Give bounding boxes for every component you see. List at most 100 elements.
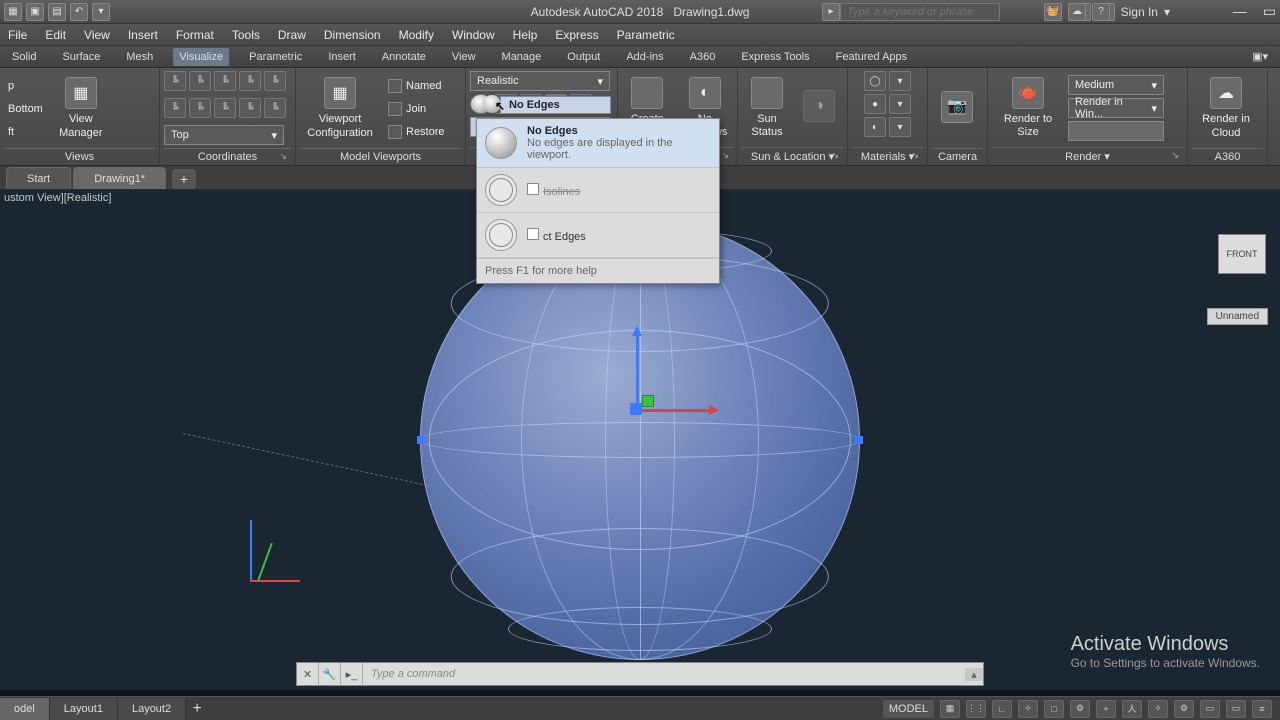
layout-tab-1[interactable]: Layout1	[50, 698, 118, 720]
sb-snap-icon[interactable]: ⋮⋮	[966, 700, 986, 718]
cmd-prompt-icon[interactable]: ▸_	[341, 663, 363, 685]
cmd-history-icon[interactable]: ▴	[965, 668, 983, 681]
sb-ws-icon[interactable]: ⚙	[1174, 700, 1194, 718]
edges-selected-header[interactable]: ↖ No Edges	[500, 96, 611, 114]
viewcube[interactable]: FRONT	[1218, 234, 1266, 274]
grip-west[interactable]	[417, 436, 425, 444]
menu-view[interactable]: View	[84, 28, 110, 42]
qat-dropdown-icon[interactable]: ▾	[92, 3, 110, 21]
maximize-button[interactable]: ▭	[1263, 3, 1276, 20]
mat-5[interactable]: ◐	[864, 117, 886, 137]
qat-undo-icon[interactable]: ↶	[70, 3, 88, 21]
tab-output[interactable]: Output	[561, 48, 606, 66]
ribbon-collapse-icon[interactable]: ▣▾	[1246, 47, 1274, 66]
render-cloud-button[interactable]: ☁ Render in Cloud	[1192, 75, 1260, 143]
panel-title-viewports[interactable]: Model Viewports	[300, 148, 461, 165]
sun-status-button[interactable]: Sun Status	[742, 74, 792, 142]
tab-view[interactable]: View	[446, 48, 482, 66]
sb-grid-icon[interactable]: ▦	[940, 700, 960, 718]
sb-osnap-icon[interactable]: □	[1044, 700, 1064, 718]
menu-window[interactable]: Window	[452, 28, 495, 42]
signin-label[interactable]: Sign In	[1121, 5, 1158, 19]
ucs-icon-10[interactable]: ╚	[264, 98, 286, 118]
viewcube-label[interactable]: Unnamed	[1207, 308, 1268, 325]
drawtab-current[interactable]: Drawing1*	[73, 167, 166, 189]
drawtab-new-button[interactable]: +	[172, 169, 196, 189]
render-where-dropdown[interactable]: Render in Win...▾	[1068, 98, 1164, 118]
popout-option-isolines[interactable]: Isolines	[477, 168, 719, 213]
viewport-config-button[interactable]: ▦ Viewport Configuration	[300, 75, 380, 143]
mat-3[interactable]: ●	[864, 94, 886, 114]
tab-addins[interactable]: Add-ins	[620, 48, 669, 66]
panel-title-views[interactable]: Views	[4, 148, 155, 165]
ucs-icon-1[interactable]: ╚	[164, 71, 186, 91]
panel-title-coords[interactable]: Coordinates↘	[164, 148, 291, 165]
panel-title-materials[interactable]: Materials ▾↘	[852, 147, 923, 165]
view-manager-button[interactable]: ▦ View Manager	[51, 75, 111, 143]
sphere-object[interactable]	[420, 220, 860, 660]
menu-edit[interactable]: Edit	[45, 28, 66, 42]
ucs-icon-7[interactable]: ╚	[189, 98, 211, 118]
vp-join[interactable]: Join	[384, 99, 449, 119]
menu-help[interactable]: Help	[513, 28, 538, 42]
viewport-label[interactable]: ustom View][Realistic]	[4, 192, 111, 204]
ucs-icon-4[interactable]: ╚	[239, 71, 261, 91]
tab-manage[interactable]: Manage	[496, 48, 548, 66]
visual-style-dropdown[interactable]: Realistic▾	[470, 71, 610, 91]
drawtab-start[interactable]: Start	[6, 167, 71, 189]
minimize-button[interactable]: —	[1233, 3, 1247, 20]
panel-title-render[interactable]: Render ▾↘	[992, 147, 1183, 165]
gizmo-x-axis[interactable]	[636, 409, 716, 412]
sb-polar-icon[interactable]: ✧	[1018, 700, 1038, 718]
menu-tools[interactable]: Tools	[232, 28, 260, 42]
tab-visualize[interactable]: Visualize	[173, 48, 229, 66]
tab-insert[interactable]: Insert	[322, 48, 362, 66]
sb-scale-icon[interactable]: ✧	[1148, 700, 1168, 718]
menu-parametric[interactable]: Parametric	[617, 28, 675, 42]
sb-plus-icon[interactable]: +	[1096, 700, 1116, 718]
grip-east[interactable]	[855, 436, 863, 444]
sun-button-2[interactable]: ◑	[796, 74, 842, 142]
qat-new-icon[interactable]: ▦	[4, 3, 22, 21]
ucs-icon-5[interactable]: ╚	[264, 71, 286, 91]
popout-option-no-edges[interactable]: No Edges No edges are displayed in the v…	[477, 119, 719, 168]
mat-2[interactable]: ▾	[889, 71, 911, 91]
menu-modify[interactable]: Modify	[399, 28, 434, 42]
chevron-down-icon[interactable]: ▾	[1164, 5, 1170, 19]
vp-restore[interactable]: Restore	[384, 122, 449, 142]
search-input[interactable]	[840, 3, 1000, 21]
layout-tab-add[interactable]: +	[186, 700, 208, 718]
tab-featured-apps[interactable]: Featured Apps	[830, 48, 914, 66]
tab-express-tools[interactable]: Express Tools	[735, 48, 815, 66]
view-ft[interactable]: ft	[4, 122, 47, 142]
camera-button[interactable]: 📷	[932, 75, 982, 143]
basket-icon[interactable]: 🧺	[1044, 3, 1062, 21]
command-input[interactable]: Type a command	[363, 668, 965, 680]
ucs-icon-9[interactable]: ╚	[239, 98, 261, 118]
cmd-close-icon[interactable]: ✕	[297, 663, 319, 685]
gizmo-origin[interactable]	[630, 403, 642, 415]
menu-format[interactable]: Format	[176, 28, 214, 42]
menu-insert[interactable]: Insert	[128, 28, 158, 42]
menu-file[interactable]: File	[8, 28, 27, 42]
layout-tab-model[interactable]: odel	[0, 698, 50, 720]
layout-tab-2[interactable]: Layout2	[118, 698, 186, 720]
sb-anno-icon[interactable]: 人	[1122, 700, 1142, 718]
menu-express[interactable]: Express	[555, 28, 598, 42]
tab-annotate[interactable]: Annotate	[376, 48, 432, 66]
menu-dimension[interactable]: Dimension	[324, 28, 381, 42]
command-line[interactable]: ✕ 🔧 ▸_ Type a command ▴	[296, 662, 984, 686]
search-toggle-icon[interactable]: ▸	[822, 3, 840, 21]
help-icon[interactable]: ?	[1092, 3, 1110, 21]
cmd-wrench-icon[interactable]: 🔧	[319, 663, 341, 685]
sb-ortho-icon[interactable]: ∟	[992, 700, 1012, 718]
vp-named[interactable]: Named	[384, 76, 449, 96]
menu-draw[interactable]: Draw	[278, 28, 306, 42]
checkbox-icon[interactable]	[527, 183, 539, 195]
sb-custom-icon[interactable]: ≡	[1252, 700, 1272, 718]
ucs-icon-8[interactable]: ╚	[214, 98, 236, 118]
panel-title-sun[interactable]: Sun & Location ▾↘	[742, 147, 843, 165]
mat-6[interactable]: ▾	[889, 117, 911, 137]
panel-title-camera[interactable]: Camera	[932, 148, 983, 165]
sb-gear-icon[interactable]: ⚙	[1070, 700, 1090, 718]
